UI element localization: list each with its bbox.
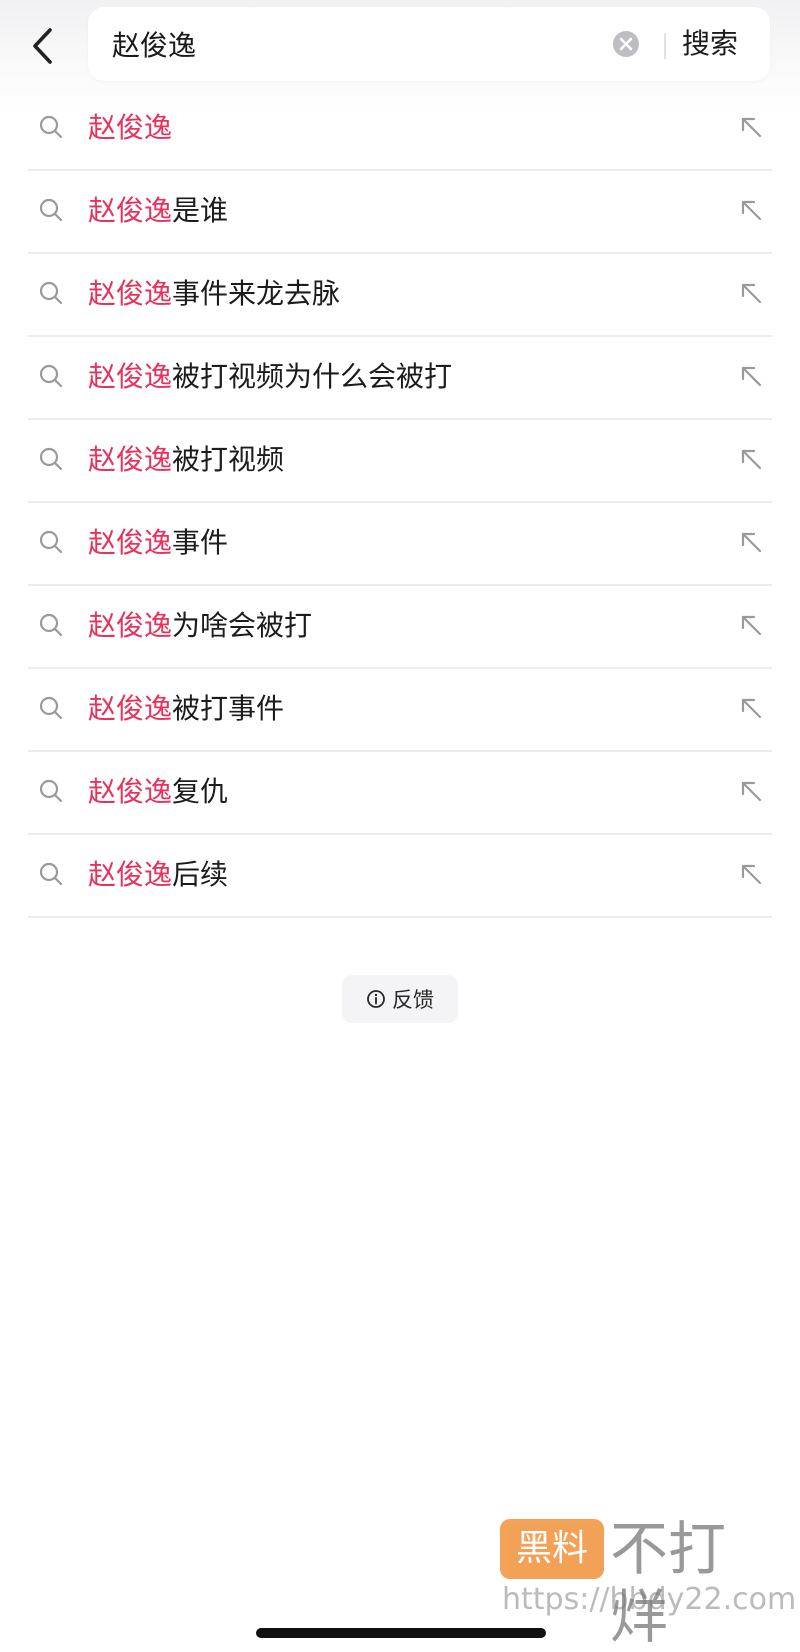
search-divider (664, 33, 666, 59)
suggestion-highlight: 赵俊逸 (88, 277, 173, 310)
suggestion-item[interactable]: 赵俊逸事件 (28, 503, 772, 586)
search-icon (39, 115, 63, 139)
suggestion-list: 赵俊逸 赵俊逸是谁 赵俊逸事件来龙去脉 赵俊逸被打视频为什么会被打 赵俊逸被打视… (28, 88, 772, 918)
arrow-up-left-icon[interactable] (738, 114, 764, 140)
arrow-up-left-icon[interactable] (738, 778, 764, 804)
search-icon (39, 613, 63, 637)
suggestion-highlight: 赵俊逸 (88, 692, 173, 725)
suggestion-rest: 复仇 (172, 775, 229, 808)
suggestion-highlight: 赵俊逸 (88, 360, 173, 393)
suggestion-rest: 事件来龙去脉 (172, 277, 341, 310)
search-icon (39, 530, 63, 554)
suggestion-item[interactable]: 赵俊逸是谁 (28, 171, 772, 254)
suggestion-item[interactable]: 赵俊逸复仇 (28, 752, 772, 835)
suggestion-text: 赵俊逸后续 (88, 835, 228, 914)
suggestion-text: 赵俊逸事件来龙去脉 (88, 254, 340, 333)
clear-circle-icon[interactable] (611, 29, 641, 59)
arrow-up-left-icon[interactable] (738, 861, 764, 887)
arrow-up-left-icon[interactable] (738, 612, 764, 638)
feedback-button[interactable]: 反馈 (342, 975, 458, 1023)
search-icon (39, 696, 63, 720)
suggestion-item[interactable]: 赵俊逸被打视频 (28, 420, 772, 503)
search-box: 搜索 (88, 7, 770, 81)
info-icon (367, 990, 385, 1008)
suggestion-highlight: 赵俊逸 (88, 858, 173, 891)
suggestion-item[interactable]: 赵俊逸事件来龙去脉 (28, 254, 772, 337)
search-icon (39, 447, 63, 471)
suggestion-item[interactable]: 赵俊逸被打事件 (28, 669, 772, 752)
suggestion-highlight: 赵俊逸 (88, 526, 173, 559)
search-icon (39, 198, 63, 222)
suggestion-text: 赵俊逸事件 (88, 503, 228, 582)
watermark: 黑料 不打烊 https://bbdy22.com (500, 1515, 796, 1651)
watermark-badge: 黑料 (500, 1519, 604, 1579)
arrow-up-left-icon[interactable] (738, 446, 764, 472)
suggestion-text: 赵俊逸复仇 (88, 752, 228, 831)
feedback-label: 反馈 (392, 988, 434, 1012)
suggestion-highlight: 赵俊逸 (88, 194, 173, 227)
arrow-up-left-icon[interactable] (738, 280, 764, 306)
watermark-url: https://bbdy22.com (502, 1582, 797, 1617)
search-icon (39, 779, 63, 803)
suggestion-rest: 被打事件 (172, 692, 285, 725)
arrow-up-left-icon[interactable] (738, 363, 764, 389)
suggestion-item[interactable]: 赵俊逸被打视频为什么会被打 (28, 337, 772, 420)
suggestion-highlight: 赵俊逸 (88, 609, 173, 642)
suggestion-rest: 被打视频 (172, 443, 285, 476)
suggestion-item[interactable]: 赵俊逸为啥会被打 (28, 586, 772, 669)
suggestion-rest: 事件 (172, 526, 229, 559)
arrow-up-left-icon[interactable] (738, 529, 764, 555)
suggestion-item[interactable]: 赵俊逸后续 (28, 835, 772, 918)
suggestion-text: 赵俊逸被打视频 (88, 420, 284, 499)
search-icon (39, 364, 63, 388)
suggestion-highlight: 赵俊逸 (88, 111, 173, 144)
suggestion-text: 赵俊逸为啥会被打 (88, 586, 312, 665)
suggestion-highlight: 赵俊逸 (88, 775, 173, 808)
suggestion-highlight: 赵俊逸 (88, 443, 173, 476)
suggestion-text: 赵俊逸被打事件 (88, 669, 284, 748)
chevron-left-icon (33, 28, 52, 64)
suggestion-text: 赵俊逸是谁 (88, 171, 228, 250)
search-button[interactable]: 搜索 (682, 7, 762, 81)
suggestion-text: 赵俊逸 (88, 88, 172, 167)
suggestion-item[interactable]: 赵俊逸 (28, 88, 772, 171)
suggestion-rest: 为啥会被打 (172, 609, 313, 642)
home-indicator[interactable] (256, 1628, 546, 1638)
arrow-up-left-icon[interactable] (738, 695, 764, 721)
arrow-up-left-icon[interactable] (738, 197, 764, 223)
search-icon (39, 281, 63, 305)
search-icon (39, 862, 63, 886)
suggestion-rest: 被打视频为什么会被打 (172, 360, 453, 393)
suggestion-rest: 后续 (172, 858, 229, 891)
back-button[interactable] (22, 22, 62, 70)
suggestion-text: 赵俊逸被打视频为什么会被打 (88, 337, 452, 416)
suggestion-rest: 是谁 (172, 194, 229, 227)
search-input[interactable] (112, 7, 572, 81)
